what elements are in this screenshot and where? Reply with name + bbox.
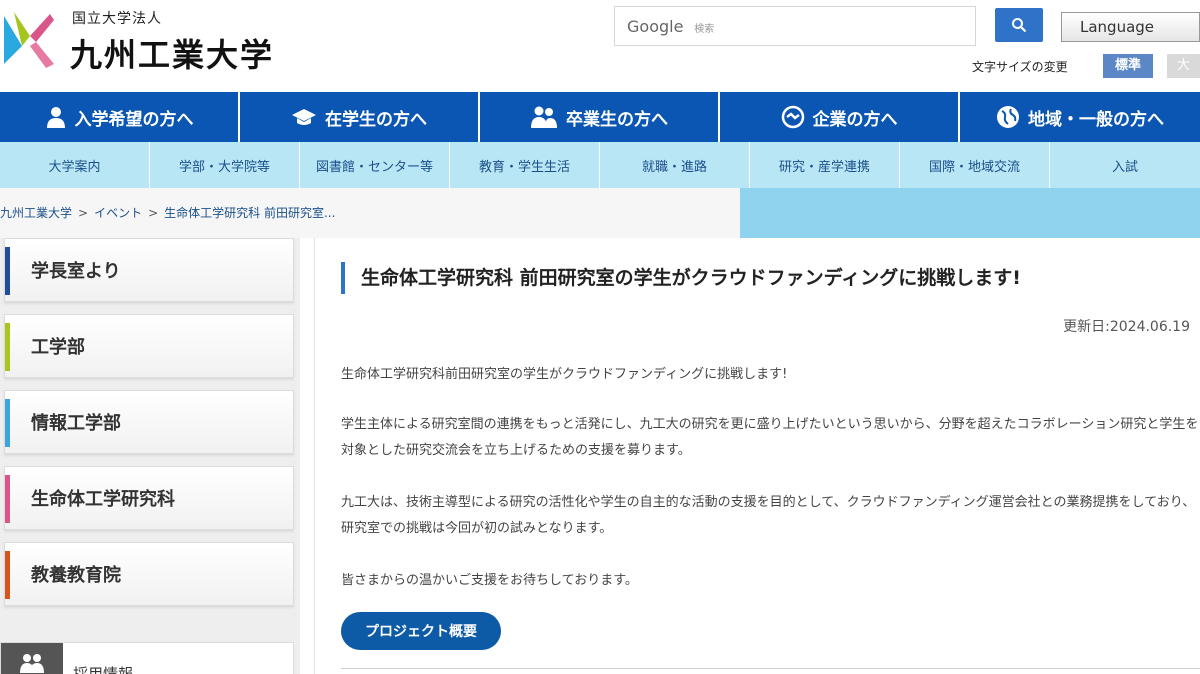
main-nav-label: 企業の方へ xyxy=(812,109,898,130)
sub-nav-library[interactable]: 図書館・センター等 xyxy=(300,142,450,188)
sidebar-color-bar xyxy=(5,247,10,295)
sidebar-item-label: 情報工学部 xyxy=(31,413,121,434)
main-nav-label: 地域・一般の方へ xyxy=(1027,109,1164,130)
sub-nav-education[interactable]: 教育・学生生活 xyxy=(450,142,600,188)
search-input[interactable]: Google 検索 xyxy=(614,6,976,46)
article-paragraph: 皆さまからの温かいご支援をお待ちしております。 xyxy=(341,573,638,588)
sidebar-color-bar xyxy=(5,551,10,599)
project-overview-button[interactable]: プロジェクト概要 xyxy=(341,612,501,650)
sidebar-item-label: 学長室より xyxy=(31,261,121,282)
breadcrumb-current: 生命体工学研究科 前田研究室... xyxy=(164,206,336,220)
globe-icon xyxy=(996,106,1019,128)
sub-nav-international[interactable]: 国際・地域交流 xyxy=(900,142,1050,188)
sidebar-item-informatics[interactable]: 情報工学部 xyxy=(4,390,294,454)
search-placeholder: Google xyxy=(627,17,684,36)
sidebar-item-recruitment[interactable]: 採用情報 xyxy=(0,642,294,674)
sidebar-item-label: 教養教育院 xyxy=(31,565,121,586)
sidebar-item-liberal-arts[interactable]: 教養教育院 xyxy=(4,542,294,606)
sidebar-color-bar xyxy=(5,323,10,371)
main-nav-label: 入学希望の方へ xyxy=(74,109,194,130)
main-nav-prospective[interactable]: 入学希望の方へ xyxy=(0,92,240,142)
article-content: 生命体工学研究科 前田研究室の学生がクラウドファンディングに挑戦します! 更新日… xyxy=(314,238,1200,674)
font-size-large-button[interactable]: 大 xyxy=(1167,54,1200,78)
org-type-label: 国立大学法人 xyxy=(72,11,162,27)
sidebar-item-label: 生命体工学研究科 xyxy=(31,489,175,510)
sub-nav-about[interactable]: 大学案内 xyxy=(0,142,150,188)
sub-nav-admissions[interactable]: 入試 xyxy=(1050,142,1200,188)
sidebar-item-life-science[interactable]: 生命体工学研究科 xyxy=(4,466,294,530)
people-icon xyxy=(531,106,557,128)
main-nav: 入学希望の方へ 在学生の方へ 卒業生の方へ 企業の方へ 地域・一般の方へ xyxy=(0,92,1200,142)
language-button[interactable]: Language xyxy=(1061,12,1200,42)
article-paragraph: 生命体工学研究科前田研究室の学生がクラウドファンディングに挑戦します! xyxy=(341,367,788,382)
breadcrumb-separator: > xyxy=(78,206,89,220)
sidebar-item-label: 採用情報 xyxy=(73,665,134,674)
main-nav-public[interactable]: 地域・一般の方へ xyxy=(960,92,1200,142)
main-nav-companies[interactable]: 企業の方へ xyxy=(720,92,960,142)
main-nav-label: 卒業生の方へ xyxy=(566,109,668,130)
font-size-standard-button[interactable]: 標準 xyxy=(1103,54,1153,78)
search-icon xyxy=(1012,18,1027,33)
main-nav-alumni[interactable]: 卒業生の方へ xyxy=(480,92,720,142)
sidebar-item-engineering[interactable]: 工学部 xyxy=(4,314,294,378)
sub-nav: 大学案内 学部・大学院等 図書館・センター等 教育・学生生活 就職・進路 研究・… xyxy=(0,142,1200,188)
person-icon xyxy=(46,107,65,128)
breadcrumb-bar: 九州工業大学 > イベント > 生命体工学研究科 前田研究室... xyxy=(0,188,1200,238)
article-paragraph: 学生主体による研究室間の連携をもっと活発にし、九工大の研究を更に盛り上げたいとい… xyxy=(341,417,1199,458)
sidebar-item-label: 工学部 xyxy=(31,337,85,358)
sub-nav-careers[interactable]: 就職・進路 xyxy=(600,142,750,188)
font-size-label: 文字サイズの変更 xyxy=(972,60,1068,74)
sub-nav-faculties[interactable]: 学部・大学院等 xyxy=(150,142,300,188)
search-suffix: 検索 xyxy=(694,24,715,35)
table-top-border xyxy=(341,668,1200,674)
search-button[interactable] xyxy=(995,8,1043,42)
sub-nav-research[interactable]: 研究・産学連携 xyxy=(750,142,900,188)
updated-date: 更新日:2024.06.19 xyxy=(1063,319,1190,335)
main-nav-label: 在学生の方へ xyxy=(325,109,427,130)
university-name[interactable]: 九州工業大学 xyxy=(70,30,274,76)
article-paragraph: 九工大は、技術主導型による研究の活性化や学生の自主的な活動の支援を目的として、ク… xyxy=(341,495,1196,536)
university-logo-icon[interactable] xyxy=(0,6,56,70)
page-title: 生命体工学研究科 前田研究室の学生がクラウドファンディングに挑戦します! xyxy=(341,262,1021,294)
sidebar-item-president[interactable]: 学長室より xyxy=(4,238,294,302)
breadcrumb-home[interactable]: 九州工業大学 xyxy=(0,206,72,220)
graduation-cap-icon xyxy=(292,109,316,125)
people-icon xyxy=(20,654,44,673)
breadcrumb-separator: > xyxy=(148,206,159,220)
handshake-icon xyxy=(781,105,804,129)
sidebar: 学長室より 工学部 情報工学部 生命体工学研究科 教養教育院 採用情報 xyxy=(0,238,300,674)
sidebar-color-bar xyxy=(5,475,10,523)
main-nav-students[interactable]: 在学生の方へ xyxy=(240,92,480,142)
breadcrumb: 九州工業大学 > イベント > 生命体工学研究科 前田研究室... xyxy=(0,204,335,221)
site-header: 国立大学法人 九州工業大学 Google 検索 Language 文字サイズの変… xyxy=(0,0,1200,92)
breadcrumb-events[interactable]: イベント xyxy=(94,206,142,220)
sidebar-color-bar xyxy=(5,399,10,447)
